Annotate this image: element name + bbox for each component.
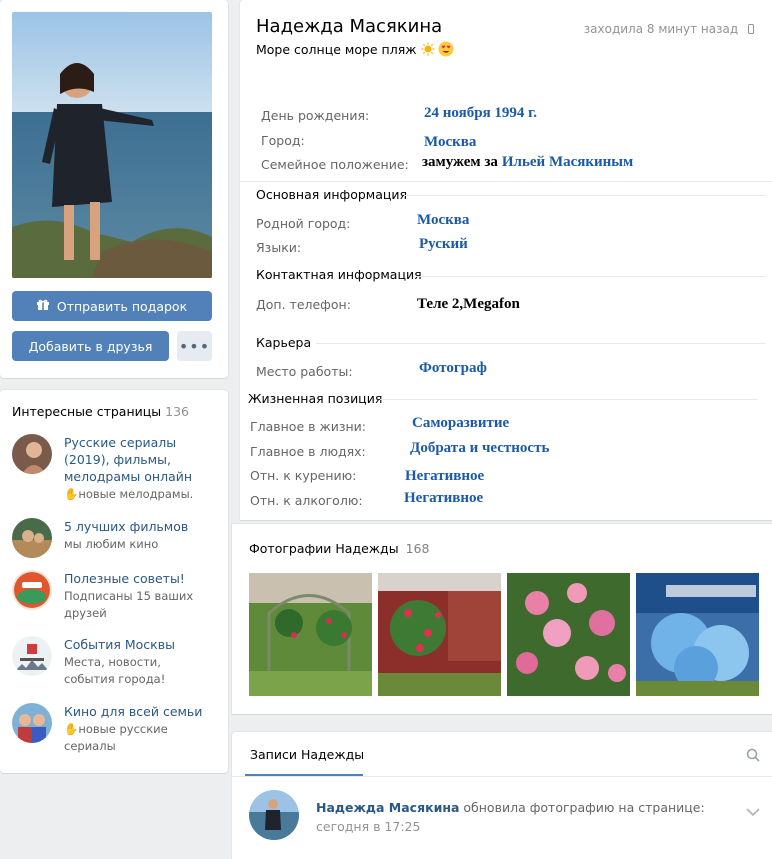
status-text: Море солнце море пляж (256, 42, 417, 57)
avatar-card: Отправить подарок Добавить в друзья ••• (0, 0, 228, 378)
last-seen: заходила 8 минут назад (584, 22, 754, 37)
workplace-label: Место работы: (256, 364, 353, 379)
profile-status: Море солнце море пляж (256, 41, 454, 60)
profile-name: Надежда Масякина (256, 16, 443, 37)
pages-title: Интересные страницы (12, 404, 162, 419)
add-friend-button[interactable]: Добавить в друзья (12, 331, 169, 361)
section-title-main: Основная информация (256, 187, 408, 202)
page-description: Подписаны 15 ваших друзей (64, 589, 194, 620)
chevron-down-icon[interactable] (746, 804, 760, 819)
gift-icon (36, 299, 49, 314)
divider (232, 776, 772, 777)
page-name[interactable]: Русские сериалы (2019), фильмы, мелодрам… (64, 434, 214, 485)
birthday-label: День рождения: (261, 108, 370, 123)
hometown-label: Родной город: (256, 216, 351, 231)
section-title-career: Карьера (256, 335, 312, 350)
smoking-label: Отн. к курению: (250, 468, 357, 483)
post-action: обновила фотографию на странице: (463, 800, 705, 815)
send-gift-button[interactable]: Отправить подарок (12, 291, 212, 321)
profile-info-card: Надежда Масякина Море солнце море пляж з… (240, 0, 772, 520)
page-name[interactable]: Полезные советы! (64, 570, 214, 587)
photo-thumbnail[interactable] (507, 573, 630, 696)
page-description: Места, новости, события города! (64, 655, 166, 686)
profile-photo[interactable] (12, 12, 212, 278)
pages-count: 136 (165, 404, 189, 419)
people-main-value[interactable]: Добрата и честность (410, 440, 549, 457)
last-seen-text: заходила 8 минут назад (583, 22, 739, 36)
divider (380, 399, 758, 400)
people-main-label: Главное в людях: (250, 444, 366, 459)
post-author[interactable]: Надежда Масякина (316, 800, 459, 815)
phone-value: Теле 2,Megafon (417, 296, 520, 312)
page-avatar (12, 518, 52, 558)
divider (240, 181, 772, 182)
photos-title: Фотографии Надежды (249, 541, 399, 556)
birthday-value[interactable]: 24 ноября 1994 г. (424, 105, 537, 122)
photo-thumbnail[interactable] (636, 573, 759, 696)
languages-label: Языки: (256, 240, 302, 255)
photos-header[interactable]: Фотографии Надежды 168 (249, 541, 429, 556)
section-title-life-position: Жизненная позиция (248, 391, 383, 406)
page-avatar (12, 434, 52, 474)
tab-posts[interactable]: Записи Надежды (250, 747, 364, 762)
post-header: Надежда Масякина обновила фотографию на … (316, 800, 705, 815)
page-avatar (12, 636, 52, 676)
hometown-value[interactable]: Москва (417, 212, 469, 229)
photo-thumbnail[interactable] (249, 573, 372, 696)
spouse-link[interactable]: Ильей Масякиным (502, 154, 633, 170)
phone-label: Доп. телефон: (256, 297, 351, 312)
photos-count: 168 (405, 541, 430, 556)
life-main-value[interactable]: Саморазвитие (412, 415, 509, 432)
alcohol-label: Отн. к алкоголю: (250, 493, 363, 508)
section-title-contacts: Контактная информация (256, 267, 422, 282)
life-main-label: Главное в жизни: (250, 419, 367, 434)
heart-eyes-emoji-icon (438, 41, 454, 60)
avatar[interactable] (249, 790, 299, 840)
interesting-pages-card: Интересные страницы 136 Русские сериалы (… (0, 390, 228, 773)
mobile-icon (748, 23, 754, 37)
sun-emoji-icon (421, 42, 435, 59)
page-name[interactable]: 5 лучших фильмов (64, 518, 214, 535)
divider (404, 195, 766, 196)
more-actions-button[interactable]: ••• (177, 331, 212, 361)
page-name[interactable]: Кино для всей семьи (64, 703, 214, 720)
page-avatar (12, 570, 52, 610)
relationship-label: Семейное положение: (261, 157, 409, 172)
pages-header[interactable]: Интересные страницы 136 (12, 404, 189, 419)
page-avatar (12, 703, 52, 743)
relationship-value: замужем за Ильей Масякиным (422, 154, 633, 171)
relationship-prefix: замужем за (422, 154, 498, 170)
workplace-value[interactable]: Фотограф (419, 360, 487, 377)
photos-card: Фотографии Надежды 168 (232, 524, 772, 714)
search-icon[interactable] (746, 748, 760, 765)
page-description: ✋новые русские сериалы (64, 722, 168, 753)
post-time[interactable]: сегодня в 17:25 (316, 819, 420, 834)
city-value[interactable]: Москва (424, 134, 476, 151)
languages-value[interactable]: Руский (419, 236, 468, 253)
divider (316, 343, 766, 344)
page-description: ✋новые мелодрамы. (64, 487, 194, 501)
send-gift-label: Отправить подарок (56, 298, 188, 314)
alcohol-value[interactable]: Негативное (404, 490, 483, 507)
page-description: мы любим кино (64, 537, 159, 551)
smoking-value[interactable]: Негативное (405, 468, 484, 485)
city-label: Город: (261, 133, 305, 148)
posts-card: Записи Надежды Надежда Масякина обновила… (232, 732, 772, 859)
divider (416, 276, 766, 277)
page-name[interactable]: События Москвы (64, 636, 214, 653)
photo-thumbnail[interactable] (378, 573, 501, 696)
